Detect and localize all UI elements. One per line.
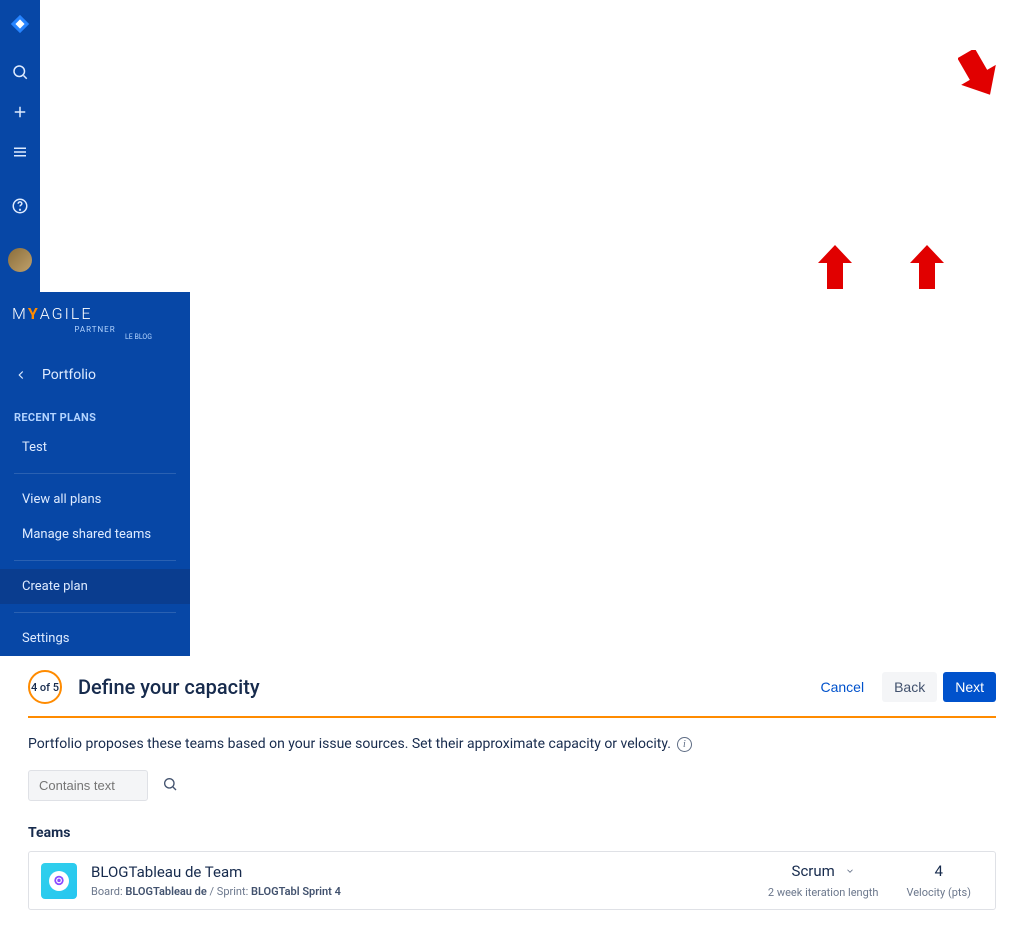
main: 4 of 5 Define your capacity Cancel Back … <box>0 656 1024 932</box>
iteration-length-label: 2 week iteration length <box>768 886 879 899</box>
intro-text: Portfolio proposes these teams based on … <box>28 736 671 752</box>
menu-icon[interactable] <box>8 140 32 164</box>
sidebar-item-create-plan[interactable]: Create plan <box>0 569 190 604</box>
brand-mid: Y <box>28 304 40 323</box>
brand-logo: MYAGILE PARTNER LE BLOG <box>0 300 190 357</box>
divider <box>14 560 176 561</box>
recent-plan-item[interactable]: Test <box>0 430 190 465</box>
cancel-button[interactable]: Cancel <box>808 672 876 702</box>
help-icon[interactable] <box>8 194 32 218</box>
recent-plans-header: RECENT PLANS <box>0 393 190 430</box>
jira-logo <box>8 12 32 36</box>
chevron-down-icon <box>845 862 855 880</box>
back-button[interactable]: Back <box>882 672 937 702</box>
teams-header: Teams <box>28 825 996 841</box>
team-meta: Board: BLOGTableau de / Sprint: BLOGTabl… <box>91 885 768 898</box>
velocity-label: Velocity (pts) <box>906 886 971 899</box>
sidebar-item-view-all[interactable]: View all plans <box>0 482 190 517</box>
nav-back-label: Portfolio <box>42 367 96 383</box>
search-icon[interactable] <box>8 60 32 84</box>
velocity-value[interactable]: 4 <box>906 862 971 880</box>
brand-blog: LE BLOG <box>12 333 178 341</box>
sidebar-item-manage-teams[interactable]: Manage shared teams <box>0 517 190 552</box>
nav-back[interactable]: Portfolio <box>0 357 190 393</box>
next-button[interactable]: Next <box>943 672 996 702</box>
sidebar: MYAGILE PARTNER LE BLOG Portfolio RECENT… <box>0 292 190 656</box>
filter-input[interactable] <box>28 770 148 801</box>
divider <box>14 473 176 474</box>
sidebar-item-settings[interactable]: Settings <box>0 621 190 656</box>
team-avatar <box>41 863 77 899</box>
team-type-select[interactable]: Scrum <box>768 862 879 880</box>
info-icon[interactable]: i <box>677 737 692 752</box>
avatar[interactable] <box>8 248 32 272</box>
annotation-arrow <box>910 245 944 289</box>
team-name: BLOGTableau de Team <box>91 863 768 881</box>
brand-rest: AGILE <box>40 304 93 323</box>
wizard-step-badge: 4 of 5 <box>28 670 62 704</box>
brand-prefix: M <box>12 304 28 323</box>
search-submit-icon[interactable] <box>162 776 178 796</box>
add-icon[interactable] <box>8 100 32 124</box>
annotation-arrow <box>958 50 998 100</box>
team-row[interactable]: BLOGTableau de Team Board: BLOGTableau d… <box>28 851 996 910</box>
page-title: Define your capacity <box>78 675 260 699</box>
annotation-arrow <box>818 245 852 289</box>
divider <box>14 612 176 613</box>
